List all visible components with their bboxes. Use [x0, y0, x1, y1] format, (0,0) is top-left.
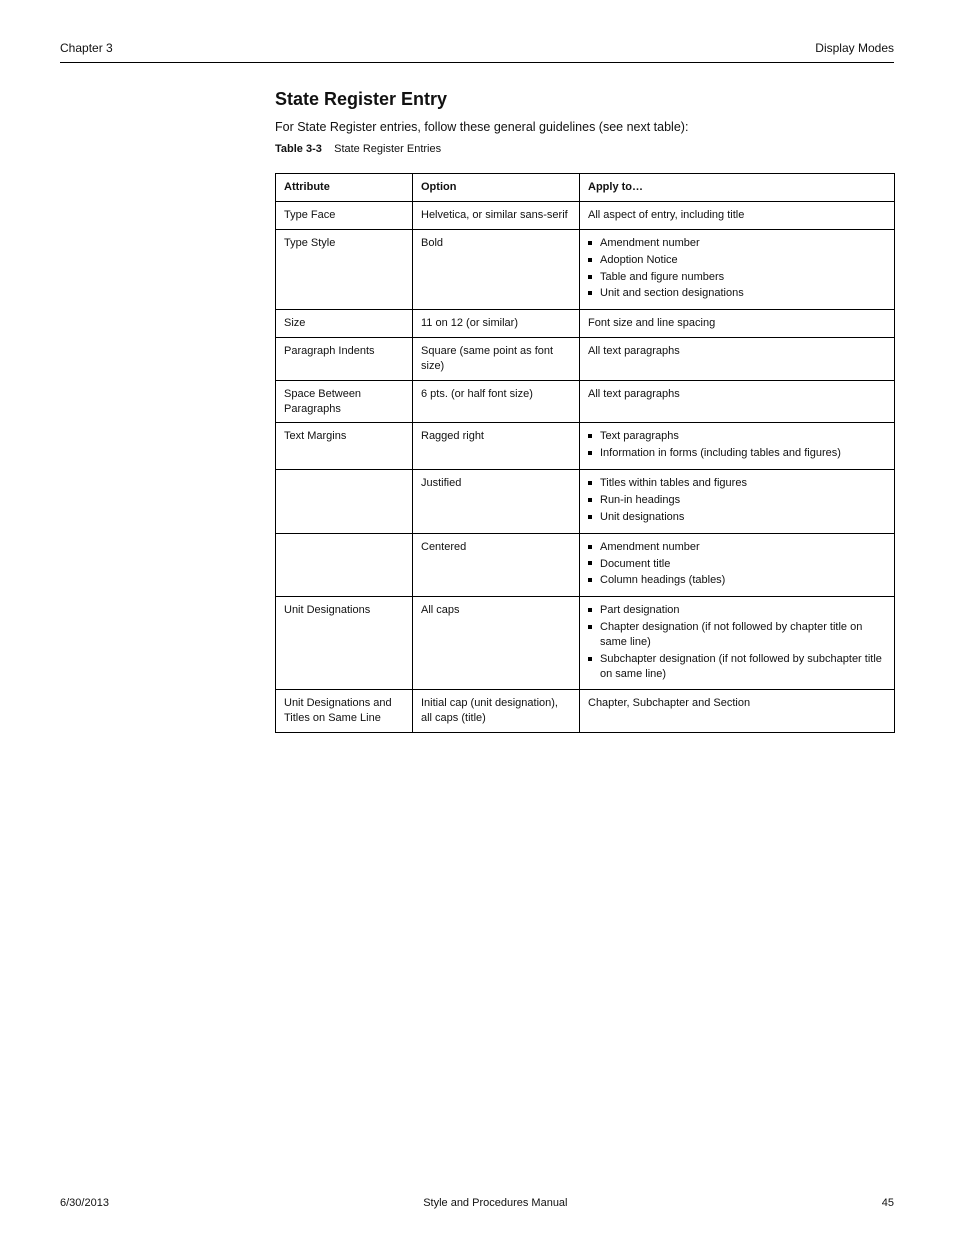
section-title: State Register Entry: [275, 87, 895, 111]
th-attribute: Attribute: [276, 174, 413, 202]
cell-desc: Part designation Chapter designation (if…: [580, 597, 895, 690]
section-lead: For State Register entries, follow these…: [275, 119, 895, 136]
bullet-list: Titles within tables and figures Run-in …: [588, 476, 886, 525]
cell-attr: Paragraph Indents: [276, 338, 413, 381]
table-row: Paragraph Indents Square (same point as …: [276, 338, 895, 381]
page-header: Chapter 3 Display Modes: [60, 40, 894, 56]
list-item: Column headings (tables): [588, 573, 886, 588]
cell-desc: Amendment number Document title Column h…: [580, 533, 895, 597]
table-row: Centered Amendment number Document title…: [276, 533, 895, 597]
cell-opt: Justified: [413, 470, 580, 534]
list-item: Amendment number: [588, 540, 886, 555]
header-chapter: Chapter 3: [60, 40, 113, 56]
cell-opt: 6 pts. (or half font size): [413, 380, 580, 423]
cell-attr: Type Style: [276, 229, 413, 309]
cell-desc: Text paragraphs Information in forms (in…: [580, 423, 895, 470]
table-row: Unit Designations and Titles on Same Lin…: [276, 690, 895, 733]
table-caption-text: State Register Entries: [334, 143, 441, 155]
header-rule: [60, 62, 894, 63]
table-row: Type Face Helvetica, or similar sans-ser…: [276, 202, 895, 230]
footer-page: 45: [882, 1196, 894, 1211]
cell-desc: Font size and line spacing: [580, 310, 895, 338]
cell-attr: [276, 533, 413, 597]
table-caption: Table 3-3 State Register Entries: [275, 142, 895, 157]
list-item: Document title: [588, 557, 886, 572]
list-item: Run-in headings: [588, 493, 886, 508]
cell-attr: Unit Designations and Titles on Same Lin…: [276, 690, 413, 733]
cell-attr: Text Margins: [276, 423, 413, 470]
cell-attr: Type Face: [276, 202, 413, 230]
spec-table: Attribute Option Apply to… Type Face Hel…: [275, 173, 895, 733]
table-header-row: Attribute Option Apply to…: [276, 174, 895, 202]
table-row: Space Between Paragraphs 6 pts. (or half…: [276, 380, 895, 423]
cell-opt: Ragged right: [413, 423, 580, 470]
bullet-list: Amendment number Document title Column h…: [588, 540, 886, 589]
cell-opt: 11 on 12 (or similar): [413, 310, 580, 338]
table-row: Size 11 on 12 (or similar) Font size and…: [276, 310, 895, 338]
cell-attr: Unit Designations: [276, 597, 413, 690]
table-row: Type Style Bold Amendment number Adoptio…: [276, 229, 895, 309]
table-row: Text Margins Ragged right Text paragraph…: [276, 423, 895, 470]
cell-opt: Centered: [413, 533, 580, 597]
cell-desc: All text paragraphs: [580, 338, 895, 381]
th-option: Option: [413, 174, 580, 202]
cell-opt: Helvetica, or similar sans-serif: [413, 202, 580, 230]
list-item: Subchapter designation (if not followed …: [588, 652, 886, 682]
cell-opt: Bold: [413, 229, 580, 309]
cell-attr: [276, 470, 413, 534]
cell-opt: All caps: [413, 597, 580, 690]
table-row: Justified Titles within tables and figur…: [276, 470, 895, 534]
list-item: Amendment number: [588, 236, 886, 251]
footer-date: 6/30/2013: [60, 1196, 109, 1211]
cell-opt: Square (same point as font size): [413, 338, 580, 381]
cell-desc: All aspect of entry, including title: [580, 202, 895, 230]
list-item: Unit and section designations: [588, 286, 886, 301]
bullet-list: Part designation Chapter designation (if…: [588, 603, 886, 681]
page: Chapter 3 Display Modes State Register E…: [0, 0, 954, 1235]
cell-opt: Initial cap (unit designation), all caps…: [413, 690, 580, 733]
header-subject: Display Modes: [815, 40, 894, 56]
content: State Register Entry For State Register …: [275, 87, 895, 733]
list-item: Chapter designation (if not followed by …: [588, 620, 886, 650]
table-caption-label: Table 3-3: [275, 143, 322, 155]
cell-attr: Space Between Paragraphs: [276, 380, 413, 423]
table-row: Unit Designations All caps Part designat…: [276, 597, 895, 690]
cell-desc: Chapter, Subchapter and Section: [580, 690, 895, 733]
list-item: Text paragraphs: [588, 429, 886, 444]
list-item: Part designation: [588, 603, 886, 618]
list-item: Titles within tables and figures: [588, 476, 886, 491]
footer-center: Style and Procedures Manual: [423, 1196, 567, 1211]
cell-desc: All text paragraphs: [580, 380, 895, 423]
list-item: Table and figure numbers: [588, 270, 886, 285]
list-item: Adoption Notice: [588, 253, 886, 268]
bullet-list: Text paragraphs Information in forms (in…: [588, 429, 886, 461]
cell-attr: Size: [276, 310, 413, 338]
cell-desc: Amendment number Adoption Notice Table a…: [580, 229, 895, 309]
list-item: Unit designations: [588, 510, 886, 525]
th-applyto: Apply to…: [580, 174, 895, 202]
cell-desc: Titles within tables and figures Run-in …: [580, 470, 895, 534]
page-footer: 6/30/2013 Style and Procedures Manual 45: [60, 1196, 894, 1211]
bullet-list: Amendment number Adoption Notice Table a…: [588, 236, 886, 301]
list-item: Information in forms (including tables a…: [588, 446, 886, 461]
